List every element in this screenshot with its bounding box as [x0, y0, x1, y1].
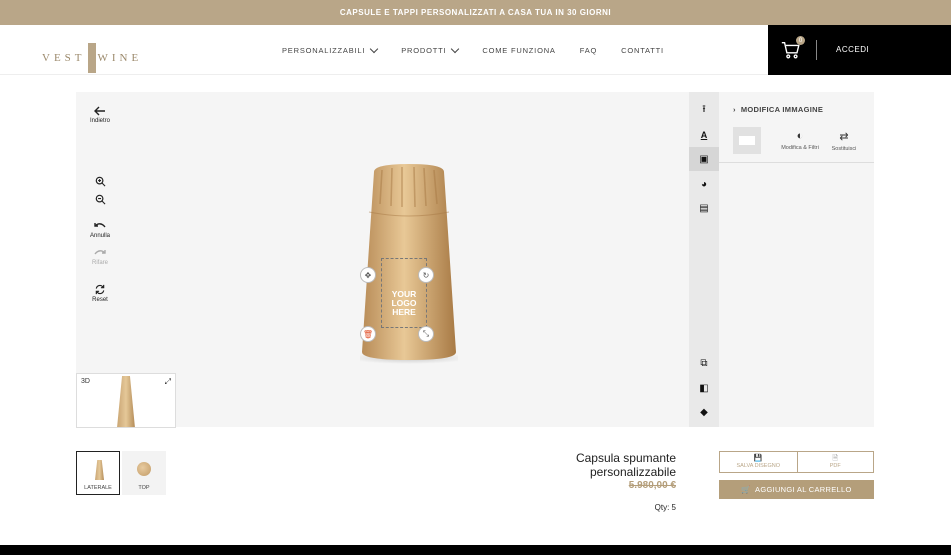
move-icon: ✥: [364, 270, 372, 280]
tool-rail: ⭱ A ▣ ◕ ▤ ⧉ ◧ ◆: [689, 92, 719, 427]
reset-button[interactable]: Reset: [76, 284, 124, 303]
cart-icon: 🛒: [741, 485, 752, 494]
header-actions: 0 ACCEDI: [768, 25, 951, 75]
redo-icon: [94, 250, 106, 255]
product-price: 5.980,00 €: [628, 480, 676, 491]
image-edit-icon[interactable]: ▣: [689, 147, 719, 171]
nav-personalizzabili[interactable]: PERSONALIZZABILI: [282, 44, 379, 55]
nav-prodotti[interactable]: PRODOTTI: [401, 44, 460, 55]
zoom-in-button[interactable]: [76, 176, 124, 189]
save-icon: 💾: [753, 455, 763, 462]
zoom-in-icon: [95, 176, 105, 187]
login-link[interactable]: ACCEDI: [836, 45, 869, 54]
promo-text: CAPSULE E TAPPI PERSONALIZZATI A CASA TU…: [339, 8, 612, 17]
chevron-down-icon: [451, 44, 460, 53]
nav-faq[interactable]: FAQ: [580, 46, 597, 55]
product-qty: Qty: 5: [654, 503, 676, 512]
undo-button[interactable]: Annulla: [76, 222, 124, 239]
save-design-button[interactable]: 💾 SALVA DISEGNO: [719, 451, 797, 473]
trash-icon: 🗑: [362, 329, 374, 339]
flip-icon[interactable]: ◧: [689, 376, 719, 400]
panel-title: MODIFICA IMMAGINE: [740, 105, 824, 114]
brand-left: VEST: [42, 52, 86, 64]
view-label: TOP: [138, 485, 150, 491]
product-actions: 💾 SALVA DISEGNO 🗎 PDF 🛒 AGGIUNGI AL CARRELL…: [719, 451, 874, 499]
minimap-3d[interactable]: 3D ⤢: [76, 373, 176, 428]
image-thumbnail: [733, 127, 761, 154]
footer-bar: [0, 545, 951, 555]
product-info: Capsula spumante personalizzabile 5.980,…: [540, 451, 676, 512]
panel-divider: [719, 162, 874, 163]
resize-icon: ⤡: [422, 329, 430, 338]
replace-label: Sostituisci: [831, 146, 857, 152]
rotate-icon: ↻: [422, 270, 430, 280]
logo-bar: [87, 43, 96, 73]
swap-icon: ⇄: [839, 131, 849, 143]
panel-header[interactable]: › MODIFICA IMMAGINE: [733, 105, 823, 114]
brand-right: WINE: [97, 52, 143, 64]
logo-placeholder[interactable]: YOUR LOGO HERE: [381, 290, 427, 317]
arrow-left-icon: [94, 106, 105, 116]
pdf-button[interactable]: 🗎 PDF: [796, 451, 874, 473]
replace-button[interactable]: ⇄ Sostituisci: [825, 130, 863, 152]
layers-icon[interactable]: ◆: [689, 400, 719, 424]
site-header: VEST WINE PERSONALIZZABILI PRODOTTI COME…: [0, 25, 951, 75]
promo-banner: CAPSULE E TAPPI PERSONALIZZATI A CASA TU…: [0, 0, 951, 25]
move-handle[interactable]: ✥: [360, 267, 376, 283]
filter-icon: ◐: [796, 130, 804, 142]
main-nav: PERSONALIZZABILI PRODOTTI COME FUNZIONA …: [282, 44, 664, 55]
rotate-handle[interactable]: ↻: [418, 267, 434, 283]
edit-filters-button[interactable]: ◐ Modifica & Filtri: [777, 130, 823, 151]
upload-icon[interactable]: ⭱: [689, 98, 719, 122]
header-divider: [816, 40, 817, 60]
view-selector: LATERALE TOP: [76, 451, 166, 495]
delete-handle[interactable]: 🗑: [360, 326, 376, 342]
minimap-label: 3D: [81, 378, 90, 385]
minimap-capsule: [117, 376, 135, 427]
expand-icon[interactable]: ⤢: [165, 377, 171, 387]
product-name: Capsula spumante personalizzabile: [575, 451, 676, 479]
cart-count-badge: 0: [796, 36, 805, 45]
palette-icon[interactable]: ◕: [689, 172, 719, 196]
gallery-icon[interactable]: ▤: [689, 196, 719, 220]
redo-button[interactable]: Rifare: [76, 249, 124, 266]
chevron-down-icon: [370, 44, 379, 53]
back-label: Indietro: [89, 118, 110, 124]
undo-label: Annulla: [89, 233, 110, 239]
image-edit-panel: › MODIFICA IMMAGINE ◐ Modifica & Filtri ⇄ S…: [719, 92, 874, 427]
duplicate-icon[interactable]: ⧉: [689, 351, 719, 375]
edit-filters-label: Modifica & Filtri: [781, 145, 819, 151]
brand-logo[interactable]: VEST WINE: [42, 43, 142, 73]
pdf-icon: 🗎: [832, 455, 839, 462]
view-top[interactable]: TOP: [122, 451, 166, 495]
refresh-icon: [95, 284, 105, 295]
view-label: LATERALE: [84, 485, 112, 491]
text-icon[interactable]: A: [689, 123, 719, 147]
redo-label: Rifare: [91, 260, 108, 266]
nav-come-funziona[interactable]: COME FUNZIONA: [482, 46, 555, 55]
add-to-cart-button[interactable]: 🛒 AGGIUNGI AL CARRELLO: [719, 480, 874, 499]
view-laterale[interactable]: LATERALE: [76, 451, 120, 495]
design-canvas[interactable]: Indietro Annulla Rifare Reset 3D ⤢ YOUR …: [76, 92, 689, 428]
chevron-right-icon: ›: [733, 105, 736, 114]
back-button[interactable]: Indietro: [76, 106, 124, 124]
zoom-out-icon: [95, 194, 105, 205]
reset-label: Reset: [92, 297, 108, 303]
undo-icon: [94, 223, 106, 228]
zoom-out-button[interactable]: [76, 194, 124, 207]
nav-contatti[interactable]: CONTATTI: [621, 46, 664, 55]
resize-handle[interactable]: ⤡: [418, 326, 434, 342]
